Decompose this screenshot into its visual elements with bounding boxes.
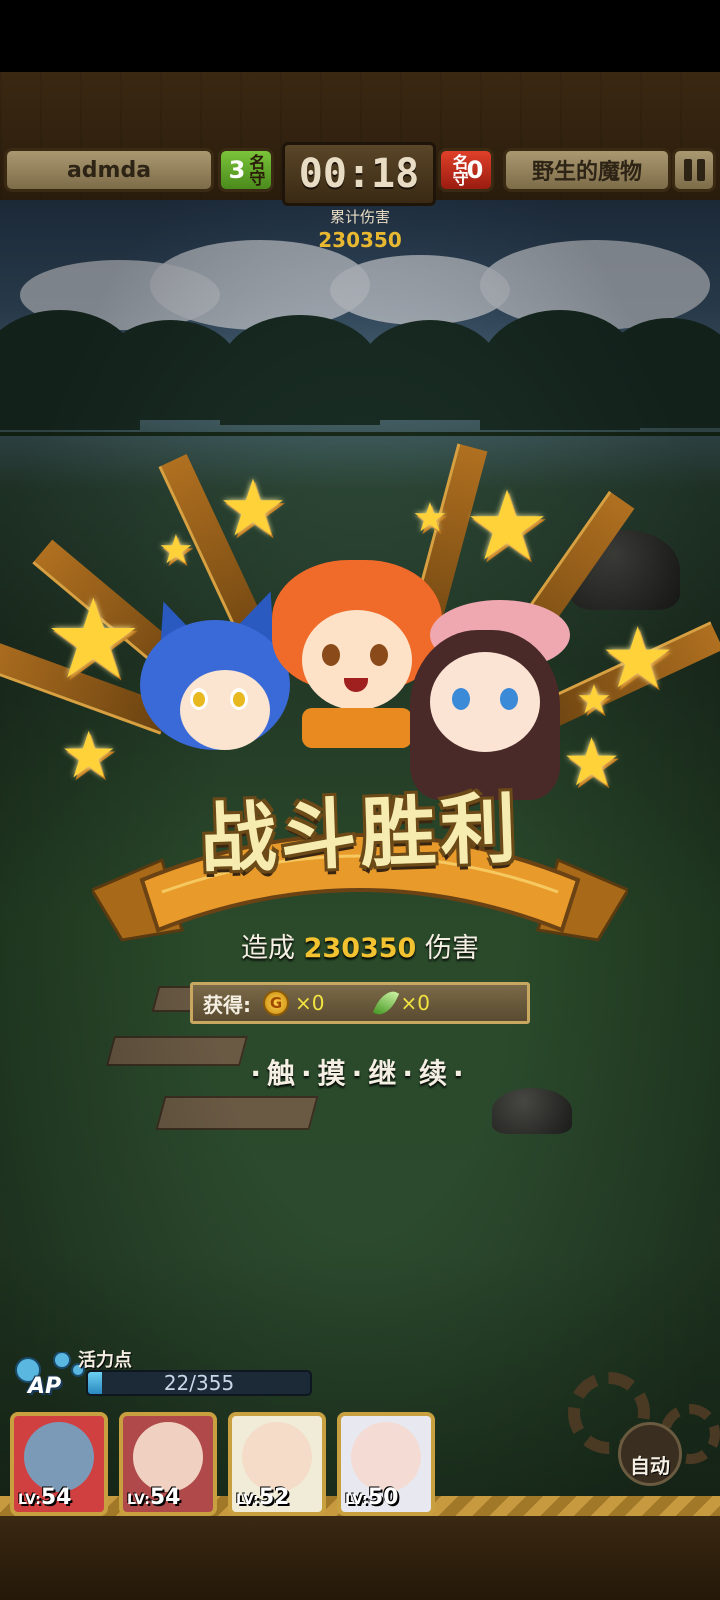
- star-icon: ★: [412, 495, 448, 541]
- gold-coin-icon: G: [263, 990, 289, 1016]
- battle-timer: 00:18: [282, 142, 436, 206]
- pause-icon-bar: [696, 159, 705, 181]
- enemy-count-value: 0: [466, 156, 484, 184]
- leaf-icon: [373, 986, 400, 1020]
- level-label: LV:54: [18, 1485, 72, 1510]
- auto-label: 自动: [630, 1454, 670, 1478]
- ap-label: 活力点: [78, 1350, 132, 1371]
- team-member-4[interactable]: LV:50: [337, 1412, 435, 1516]
- status-bar: [0, 0, 720, 72]
- portrait-face: [351, 1422, 421, 1492]
- victory-title: 战斗胜利: [198, 783, 522, 884]
- level-label: LV:54: [127, 1485, 181, 1510]
- star-icon: ★: [158, 527, 194, 573]
- timer-text: 00:18: [298, 151, 420, 197]
- reward-label: 获得:: [203, 992, 251, 1017]
- pause-icon-bar: [683, 159, 692, 181]
- enemy-count-unit: 名守: [449, 154, 469, 186]
- auto-battle-button[interactable]: 自动: [618, 1422, 682, 1486]
- ap-value: 22/355: [163, 1371, 235, 1395]
- bottom-wood-frame: [0, 1516, 720, 1600]
- portrait-face: [133, 1422, 203, 1492]
- reward-bar: 获得: G ×0 ×0: [190, 982, 530, 1024]
- portrait-face: [24, 1422, 94, 1492]
- star-icon: ★: [464, 470, 551, 582]
- star-icon: ★: [218, 464, 288, 554]
- star-icon: ★: [562, 724, 622, 801]
- enemy-unit-count: 名守 0: [438, 148, 494, 192]
- player-name: admda: [66, 157, 152, 183]
- cumulative-damage-value: 230350: [318, 228, 402, 252]
- leaf-amount: ×0: [400, 991, 430, 1015]
- damage-dealt-line: 造成 230350 伤害: [0, 926, 720, 965]
- team-member-2[interactable]: LV:54: [119, 1412, 217, 1516]
- level-label: LV:50: [345, 1485, 399, 1510]
- star-icon: ★: [44, 575, 143, 703]
- star-icon: ★: [60, 719, 118, 793]
- cumulative-damage-label: 累计伤害: [329, 208, 390, 226]
- player-count-unit: 名守: [246, 154, 266, 186]
- gold-amount: ×0: [295, 991, 325, 1015]
- pause-button[interactable]: [672, 148, 716, 192]
- enemy-name-plate: 野生的魔物: [503, 148, 671, 192]
- damage-prefix: 造成: [241, 933, 296, 964]
- star-icon: ★: [576, 677, 612, 723]
- team-member-1[interactable]: LV:54: [10, 1412, 108, 1516]
- enemy-name: 野生的魔物: [531, 160, 642, 185]
- player-unit-count: 3 名守: [218, 148, 274, 192]
- level-label: LV:52: [236, 1485, 290, 1510]
- player-name-plate: admda: [4, 148, 214, 192]
- damage-value: 230350: [303, 933, 417, 964]
- team-member-3[interactable]: LV:52: [228, 1412, 326, 1516]
- player-count-value: 3: [228, 156, 246, 184]
- touch-to-continue[interactable]: ·触·摸·继·续·: [0, 1052, 720, 1092]
- portrait-face: [242, 1422, 312, 1492]
- damage-suffix: 伤害: [424, 933, 479, 964]
- ap-badge-text: AP: [28, 1374, 62, 1399]
